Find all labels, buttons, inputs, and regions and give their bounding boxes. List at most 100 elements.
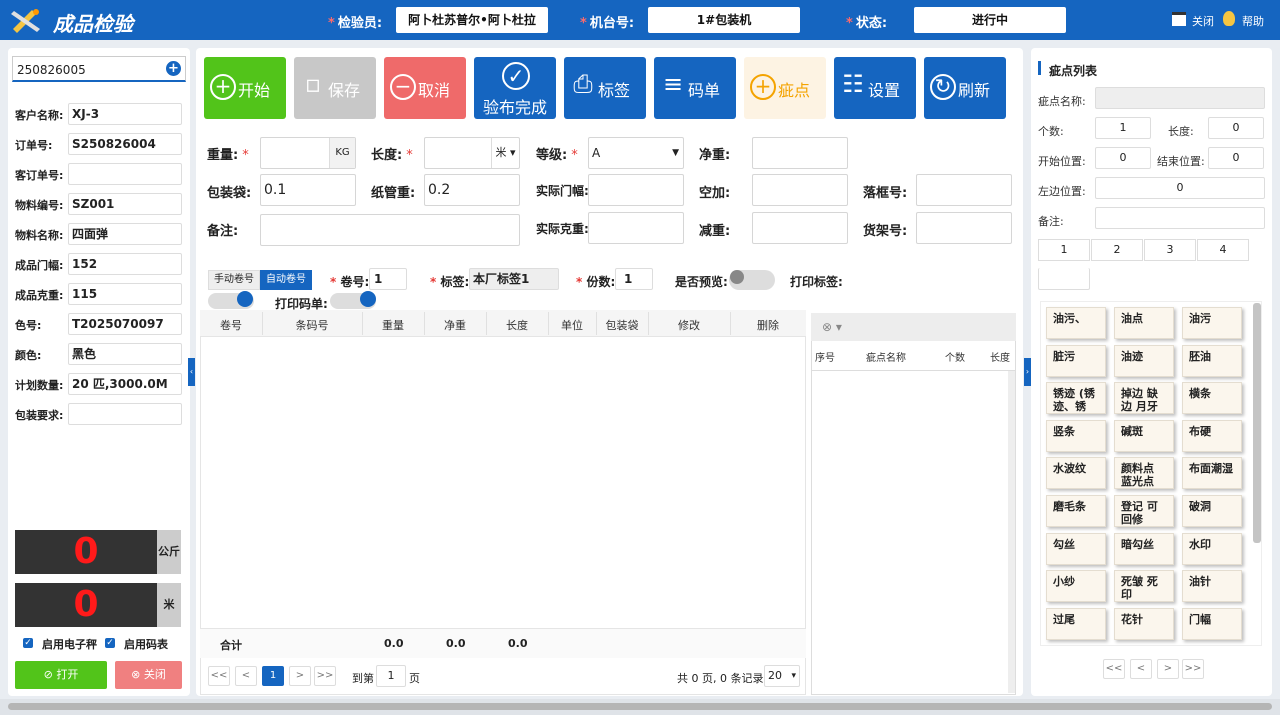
defect-type-button[interactable]: 油点	[1114, 307, 1174, 339]
order-field-value[interactable]: 黑色	[68, 343, 182, 365]
defect-type-button[interactable]: 颜料点 蓝光点	[1114, 457, 1174, 490]
defect-type-button[interactable]: 勾丝	[1046, 532, 1106, 565]
bag-input[interactable]: 0.1	[260, 174, 356, 206]
last-page-button[interactable]: >>	[314, 666, 336, 686]
defect-type-button[interactable]: 油针	[1182, 570, 1242, 603]
defect-column-header[interactable]: 个数	[945, 349, 965, 364]
manual-roll-toggle[interactable]: 手动卷号	[208, 270, 260, 290]
toolbar-button-3[interactable]: ✓ 验布完成	[474, 57, 556, 119]
end-pos-input[interactable]: 0	[1208, 147, 1264, 169]
inspector-field[interactable]: 阿卜杜苏普尔•阿卜杜拉	[396, 7, 548, 33]
toolbar-button-1[interactable]: ▫ 保存	[294, 57, 376, 119]
copies-input[interactable]: 1	[615, 268, 653, 290]
barcode-search-input[interactable]: 250826005 +	[12, 56, 186, 82]
order-field-value[interactable]: 四面弹	[68, 223, 182, 245]
order-field-value[interactable]	[68, 163, 182, 185]
defect-type-button[interactable]: 小纱	[1046, 570, 1106, 603]
meter-checkbox[interactable]: ✓	[105, 638, 115, 648]
roll-no-input[interactable]: 1	[369, 268, 407, 290]
status-field[interactable]: 进行中	[914, 7, 1066, 33]
print-code-switch[interactable]	[330, 291, 376, 309]
scale-checkbox[interactable]: ✓	[23, 638, 33, 648]
count-input[interactable]: 1	[1095, 117, 1151, 139]
defect-type-button[interactable]: 水印	[1182, 532, 1242, 565]
weight-input[interactable]: KG	[260, 137, 356, 169]
preview-switch[interactable]	[729, 270, 775, 290]
remark-input[interactable]	[260, 214, 520, 246]
defect-type-button[interactable]: 死皱 死印	[1114, 570, 1174, 603]
tube-input[interactable]: 0.2	[424, 174, 520, 206]
defect-type-button[interactable]: 破洞	[1182, 495, 1242, 527]
frame-input[interactable]	[916, 174, 1012, 206]
roll-column-header[interactable]: 重量	[362, 317, 424, 333]
defect-table-scrollbar[interactable]	[1008, 371, 1015, 693]
defect-first-page-button[interactable]: <<	[1103, 659, 1125, 679]
defect-type-button[interactable]: 布面潮湿	[1182, 457, 1242, 490]
machine-field[interactable]: 1#包装机	[648, 7, 800, 33]
page-size-select[interactable]: 20 ▾	[764, 665, 800, 687]
open-button[interactable]: ⊘ 打开	[15, 661, 107, 689]
net-weight-input[interactable]	[752, 137, 848, 169]
toolbar-button-2[interactable]: − 取消	[384, 57, 466, 119]
defect-type-button[interactable]: 掉边 缺边 月牙边	[1114, 382, 1174, 415]
defect-type-button[interactable]: 过尾	[1046, 607, 1106, 640]
toolbar-button-4[interactable]: ⎙ 标签	[564, 57, 646, 119]
help-link[interactable]: 帮助	[1242, 13, 1264, 29]
order-field-value[interactable]: T2025070097	[68, 313, 182, 335]
defect-column-header[interactable]: 序号	[815, 349, 835, 364]
defect-type-button[interactable]: 横条	[1182, 382, 1242, 415]
defect-next-page-button[interactable]: >	[1157, 659, 1179, 679]
collapse-right-handle[interactable]: ›	[1024, 358, 1031, 386]
toolbar-button-8[interactable]: ↻ 刷新	[924, 57, 1006, 119]
defect-type-button[interactable]: 竖条	[1046, 419, 1106, 452]
collapse-left-handle[interactable]: ‹	[188, 358, 195, 386]
order-field-value[interactable]: SZ001	[68, 193, 182, 215]
actual-gsm-input[interactable]	[588, 212, 684, 244]
roll-column-header[interactable]: 条码号	[262, 317, 362, 333]
roll-column-header[interactable]: 长度	[486, 317, 548, 333]
defect-type-button[interactable]: 碱斑	[1114, 419, 1174, 452]
defect-type-button[interactable]: 花针	[1114, 607, 1174, 640]
order-field-value[interactable]: 152	[68, 253, 182, 275]
grade-select[interactable]: A ▼	[588, 137, 684, 169]
defect-length-input[interactable]: 0	[1208, 117, 1264, 139]
defect-page-tab-4[interactable]: 4	[1197, 239, 1249, 261]
start-pos-input[interactable]: 0	[1095, 147, 1151, 169]
defect-page-tab-2[interactable]: 2	[1091, 239, 1143, 261]
defect-type-button[interactable]: 磨毛条	[1046, 495, 1106, 527]
roll-column-header[interactable]: 卷号	[200, 317, 262, 333]
defect-column-header[interactable]: 疵点名称	[866, 349, 906, 364]
defect-type-button[interactable]: 油污、	[1046, 307, 1106, 339]
defect-column-header[interactable]: 长度	[990, 349, 1010, 364]
left-pos-input[interactable]: 0	[1095, 177, 1265, 199]
horizontal-scrollbar[interactable]	[8, 703, 1272, 710]
length-unit-select[interactable]: 米 ▾	[491, 138, 519, 168]
defect-type-button[interactable]: 门幅	[1182, 607, 1242, 640]
clear-filter-icon[interactable]: ⊗ ▾	[822, 320, 842, 334]
deduct-input[interactable]	[752, 212, 848, 244]
close-button[interactable]: ⊗ 关闭	[115, 661, 182, 689]
toolbar-button-5[interactable]: ≡ 码单	[654, 57, 736, 119]
toolbar-button-0[interactable]: + 开始	[204, 57, 286, 119]
defect-type-button[interactable]: 油迹	[1114, 344, 1174, 377]
order-field-value[interactable]	[68, 403, 182, 425]
roll-column-header[interactable]: 单位	[548, 317, 596, 333]
order-field-value[interactable]: S250826004	[68, 133, 182, 155]
toolbar-button-7[interactable]: ☷ 设置	[834, 57, 916, 119]
toolbar-button-6[interactable]: + 疵点	[744, 57, 826, 119]
next-page-button[interactable]: >	[289, 666, 311, 686]
defect-grid-scrollbar[interactable]	[1253, 303, 1261, 543]
order-field-value[interactable]: 20 匹,3000.0M	[68, 373, 182, 395]
help-bulb-icon[interactable]	[1223, 11, 1235, 26]
first-page-button[interactable]: <<	[208, 666, 230, 686]
prev-page-button[interactable]: <	[235, 666, 257, 686]
close-link[interactable]: 关闭	[1192, 13, 1214, 29]
defect-prev-page-button[interactable]: <	[1130, 659, 1152, 679]
empty-add-input[interactable]	[752, 174, 848, 206]
goto-page-input[interactable]: 1	[376, 665, 406, 687]
auto-roll-toggle[interactable]: 自动卷号	[260, 270, 312, 290]
actual-width-input[interactable]	[588, 174, 684, 206]
roll-column-header[interactable]: 修改	[648, 317, 730, 333]
page-1-button[interactable]: 1	[262, 666, 284, 686]
defect-type-button[interactable]: 锈迹 (锈迹、锈	[1046, 382, 1106, 415]
